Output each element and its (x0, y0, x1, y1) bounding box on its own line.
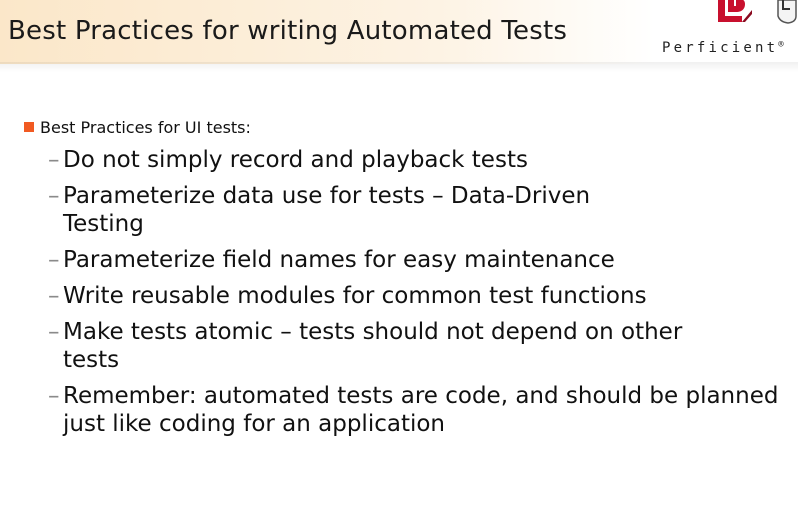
dash-icon: – (48, 147, 60, 173)
sub-bullet-item: – Do not simply record and playback test… (24, 146, 784, 174)
bullet-square-icon (24, 122, 34, 132)
sub-bullet-text: Parameterize data use for tests – Data-D… (63, 183, 591, 237)
logo-wordmark: Perficient® (662, 40, 784, 56)
main-bullet-text: Best Practices for UI tests: (40, 118, 251, 137)
dash-icon: – (48, 383, 60, 409)
header-shadow (0, 62, 798, 72)
sub-bullet-item: – Parameterize field names for easy main… (24, 246, 784, 274)
slide-content: Best Practices for UI tests: – Do not si… (24, 118, 784, 446)
sub-bullet-text: Do not simply record and playback tests (63, 147, 528, 173)
slide-header: Best Practices for writing Automated Tes… (0, 0, 798, 64)
sub-bullet-item: – Make tests atomic – tests should not d… (24, 318, 703, 374)
main-bullet: Best Practices for UI tests: (24, 118, 784, 144)
sub-bullet-text: Parameterize field names for easy mainte… (63, 247, 615, 273)
slide-title: Best Practices for writing Automated Tes… (8, 16, 568, 46)
logo-trademark: ® (778, 40, 784, 50)
dash-icon: – (48, 319, 60, 345)
sub-bullet-item: – Remember: automated tests are code, an… (24, 382, 798, 438)
logo-name: Perficient (662, 40, 779, 56)
dash-icon: – (48, 283, 60, 309)
sub-bullet-item: – Write reusable modules for common test… (24, 282, 784, 310)
sub-bullet-text: Make tests atomic – tests should not dep… (63, 319, 683, 373)
corner-card-icon (777, 0, 797, 24)
sub-bullet-text: Remember: automated tests are code, and … (63, 383, 779, 437)
sub-bullet-text: Write reusable modules for common test f… (63, 283, 647, 309)
sub-bullet-item: – Parameterize data use for tests – Data… (24, 182, 663, 238)
dash-icon: – (48, 247, 60, 273)
perficient-logo-icon (718, 0, 752, 22)
dash-icon: – (48, 183, 60, 209)
slide: Best Practices for writing Automated Tes… (0, 0, 798, 520)
sub-bullet-list: – Do not simply record and playback test… (24, 146, 784, 438)
